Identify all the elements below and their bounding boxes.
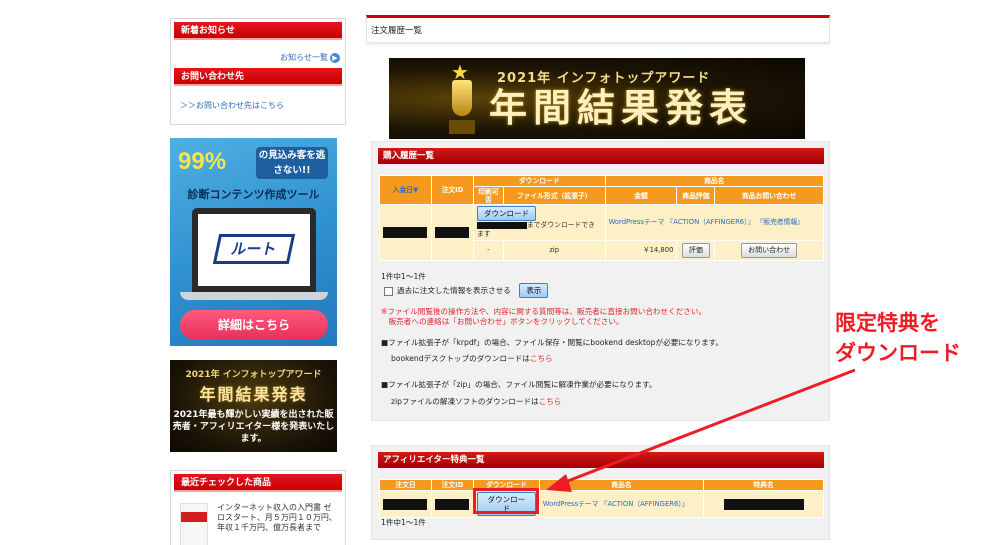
annotation-callout: 限定特典を ダウンロード	[835, 308, 961, 368]
purchase-table: 入金日▼ 注文ID ダウンロード 商品名 印刷可否 ファイル形式（拡張子） 金額…	[379, 175, 825, 261]
highlight-box	[473, 488, 539, 514]
award-top-line1: 2021年 インフォトップアワード	[497, 71, 711, 86]
trophy-icon: ★	[447, 62, 477, 136]
notice-line1: ※ファイル閲覧後の操作方法や、内容に関する質問等は、販売者に直接お問い合わせくだ…	[381, 307, 707, 316]
recent-products-box: 最近チェックした商品 インターネット収入の入門書 ゼロスタート、月５万円１０万円…	[170, 470, 346, 545]
bookend-text: bookendデスクトップのダウンロードは	[391, 354, 530, 363]
award-side-banner[interactable]: 2021年 インフォトップアワード 年間結果発表 2021年最も輝かしい実績を出…	[170, 360, 337, 452]
print-value: -	[472, 240, 504, 261]
inquiry-header: 商品お問い合わせ	[714, 186, 824, 205]
price-header: 金額	[604, 186, 678, 205]
price-value: ￥14,800	[604, 240, 678, 261]
purchase-history-panel: 購入履歴一覧 入金日▼ 注文ID ダウンロード 商品名 印刷可否 ファイル形式（…	[371, 141, 830, 421]
affiliate-bonus-panel: アフィリエイター特典一覧 注文日 注文ID ダウンロード 商品名 特典名 ダウン…	[371, 445, 830, 540]
zip-here-link[interactable]: こちら	[539, 397, 562, 406]
purchase-history-title: 購入履歴一覧	[378, 148, 824, 164]
annotation-line2: ダウンロード	[835, 341, 961, 365]
format-value: zip	[502, 240, 606, 261]
route-percent: 99%	[178, 148, 227, 175]
zip-soft-text: zipファイルの解凍ソフトのダウンロードは	[391, 397, 539, 406]
award-side-line3: 2021年最も輝かしい実績を出された販売者・アフィリエイター様を発表いたします。	[172, 410, 335, 444]
show-button[interactable]: 表示	[519, 283, 549, 298]
recent-product-link[interactable]: インターネット収入の入門書 ゼロスタート、月５万円１０万円、年収１千万円、億万長…	[217, 503, 337, 533]
order-id-header: 注文ID	[430, 175, 474, 205]
product-thumbnail[interactable]	[180, 503, 208, 545]
main-content: 注文履歴一覧 ★ 2021年 インフォトップアワード 年間結果発表 購入履歴一覧…	[366, 15, 830, 540]
route-title: 診断コンテンツ作成ツール	[187, 188, 320, 201]
news-box: 新着お知らせ お知らせ一覧 ▶ お問い合わせ先 ＞＞お問い合わせ先はこちら	[170, 18, 346, 125]
download-cell: ダウンロード までダウンロードできます	[472, 204, 606, 241]
annotation-line1: 限定特典を	[835, 311, 940, 335]
laptop-base	[180, 292, 328, 300]
zip-download-row: zipファイルの解凍ソフトのダウンロードはこちら	[391, 397, 561, 407]
affiliate-bonus-title: アフィリエイター特典一覧	[378, 452, 824, 468]
review-header: 商品評価	[676, 186, 716, 205]
product-cell: WordPressテーマ 『ACTION（AFFINGER6）』 『販売者情報』	[604, 204, 825, 241]
seller-info-link[interactable]: 『販売者情報』	[756, 218, 804, 226]
route-ad-banner[interactable]: 99% の見込み客を逃さない!! 診断コンテンツ作成ツール ルート 詳細はこちら	[170, 138, 337, 346]
contact-heading: お問い合わせ先	[174, 68, 342, 86]
award-top-banner[interactable]: ★ 2021年 インフォトップアワード 年間結果発表	[389, 58, 805, 139]
award-side-line1: 2021年 インフォトップアワード	[185, 370, 322, 380]
format-header: ファイル形式（拡張子）	[502, 186, 606, 205]
affiliate-count: 1件中1〜1件	[381, 518, 426, 527]
route-detail-button[interactable]: 詳細はこちら	[180, 310, 328, 340]
product-link[interactable]: WordPressテーマ 『ACTION（AFFINGER6）』	[609, 218, 755, 226]
show-past-checkbox[interactable]	[384, 286, 393, 296]
krpdf-info: ■ファイル拡張子が「krpdf」の場合、ファイル保存・閲覧にbookend de…	[381, 338, 724, 347]
news-list-link[interactable]: お知らせ一覧 ▶	[174, 40, 342, 68]
product-group-header: 商品名	[604, 175, 825, 187]
affil-order-id-header: 注文ID	[430, 479, 474, 491]
table-row: ダウンロード WordPressテーマ 『ACTION（AFFINGER6）』	[379, 490, 824, 518]
laptop-icon: ルート	[192, 208, 316, 292]
affil-date-header: 注文日	[379, 479, 432, 491]
notice-line2: 販売者への連絡は「お問い合わせ」ボタンをクリックしてください。	[381, 317, 624, 326]
affil-redacted-date	[379, 490, 432, 518]
affil-redacted-order-id	[430, 490, 474, 518]
award-top-line2: 年間結果発表	[489, 86, 754, 130]
redacted-order-id	[430, 204, 474, 261]
zip-info: ■ファイル拡張子が「zip」の場合、ファイル閲覧に解凍作業が必要になります。	[381, 380, 657, 389]
bookend-download-row: bookendデスクトップのダウンロードはこちら	[391, 354, 553, 364]
bookend-here-link[interactable]: こちら	[530, 354, 553, 363]
affil-product-header: 商品名	[538, 479, 705, 491]
sidebar: 新着お知らせ お知らせ一覧 ▶ お問い合わせ先 ＞＞お問い合わせ先はこちら 99%…	[170, 18, 346, 545]
purchase-download-button[interactable]: ダウンロード	[476, 206, 536, 221]
affil-redacted-bonus	[703, 490, 824, 518]
review-button[interactable]: 評価	[681, 243, 710, 258]
page-title: 注文履歴一覧	[366, 15, 830, 43]
award-side-line2: 年間結果発表	[199, 385, 308, 404]
contact-link[interactable]: ＞＞お問い合わせ先はこちら	[174, 86, 342, 121]
news-heading: 新着お知らせ	[174, 22, 342, 40]
recent-heading: 最近チェックした商品	[174, 474, 342, 492]
news-list-link-label[interactable]: お知らせ一覧	[280, 53, 328, 62]
purchase-count: 1件中1〜1件	[381, 272, 426, 281]
show-past-label: 過去に注文した情報を表示させる	[397, 286, 511, 295]
sort-date-header[interactable]: 入金日▼	[379, 175, 432, 205]
inquiry-button[interactable]: お問い合わせ	[741, 243, 798, 258]
arrow-right-icon[interactable]: ▶	[330, 52, 340, 63]
print-header: 印刷可否	[472, 186, 504, 205]
show-past-row: 過去に注文した情報を表示させる 表示	[381, 283, 549, 298]
route-bubble: の見込み客を逃さない!!	[256, 147, 328, 179]
affil-bonus-header: 特典名	[703, 479, 824, 491]
redacted-date	[379, 204, 432, 261]
table-row: ダウンロード までダウンロードできます WordPressテーマ 『ACTION…	[379, 204, 825, 261]
affil-product-link[interactable]: WordPressテーマ 『ACTION（AFFINGER6）』	[543, 500, 689, 508]
download-group-header: ダウンロード	[472, 175, 606, 187]
affiliate-table: 注文日 注文ID ダウンロード 商品名 特典名 ダウンロード WordPress…	[379, 479, 824, 518]
route-logo: ルート	[212, 234, 296, 264]
